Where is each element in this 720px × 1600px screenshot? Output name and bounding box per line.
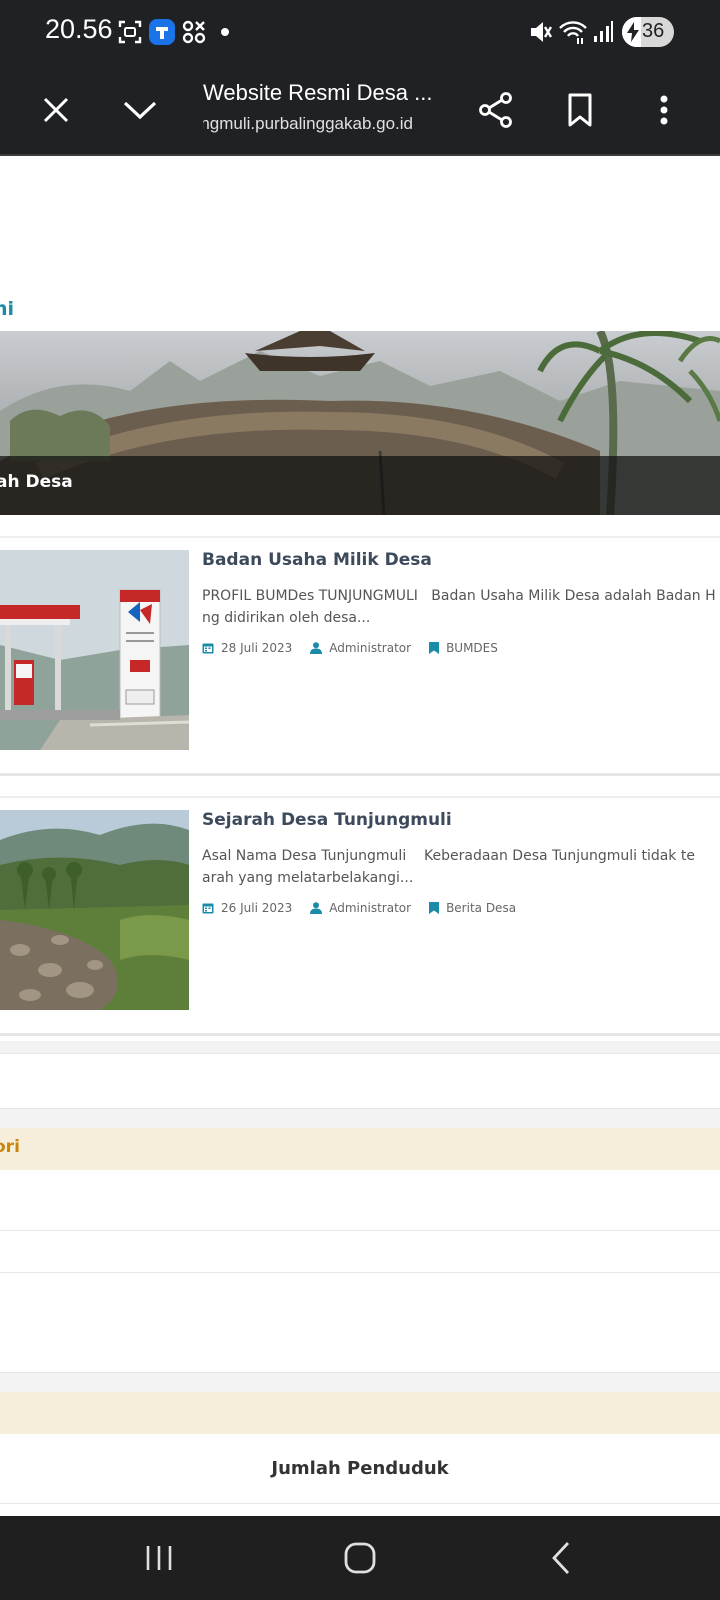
article-category[interactable]: BUMDES	[429, 641, 498, 655]
article-excerpt-continued: arah yang melatarbelakangi...	[202, 870, 414, 886]
page-title[interactable]: Website Resmi Desa ...	[203, 80, 432, 106]
share-button[interactable]	[472, 86, 520, 134]
grid-app-icon	[182, 20, 206, 44]
home-icon[interactable]	[343, 1538, 377, 1578]
web-page: ni ah Desa Badan Usaha Milik Desa PROFIL…	[0, 158, 720, 1516]
minimize-button[interactable]	[116, 86, 164, 134]
status-time: 20.56	[45, 14, 113, 44]
close-icon	[43, 97, 69, 123]
article-excerpt: PROFIL BUMDes TUNJUNGMULI Badan Usaha Mi…	[202, 588, 716, 604]
article-date-text: 26 Juli 2023	[221, 901, 293, 915]
hero-caption-text: ah Desa	[0, 472, 73, 492]
article-meta: 28 Juli 2023 Administrator BUMDES	[202, 641, 516, 655]
article-author[interactable]: Administrator	[310, 901, 411, 915]
close-button[interactable]	[32, 86, 80, 134]
section-divider	[0, 1041, 720, 1053]
section-divider	[0, 1108, 720, 1128]
article-excerpt-continued: ng didirikan oleh desa...	[202, 610, 371, 626]
custom-tab-toolbar: Website Resmi Desa ... tunjungmuli.purba…	[0, 64, 720, 156]
bookmark-icon	[568, 93, 592, 127]
bookmark-small-icon	[429, 642, 440, 654]
mute-icon	[531, 22, 552, 42]
article-thumbnail[interactable]	[0, 550, 189, 750]
more-vert-icon	[660, 95, 668, 125]
divider-line	[0, 1053, 720, 1054]
article-date-text: 28 Juli 2023	[221, 641, 293, 655]
kategori-heading: ori	[0, 1137, 20, 1157]
article-card[interactable]: Badan Usaha Milik Desa PROFIL BUMDes TUN…	[0, 536, 720, 776]
app-notification-icon	[149, 19, 175, 45]
article-date: 28 Juli 2023	[202, 641, 292, 655]
calendar-icon	[202, 643, 214, 654]
jumlah-penduduk-heading: Jumlah Penduduk	[271, 1458, 449, 1479]
kategori-header: ori	[0, 1128, 720, 1170]
wifi-icon	[559, 21, 587, 44]
section-divider	[0, 1372, 720, 1392]
divider-line	[0, 1503, 720, 1504]
charging-icon	[627, 22, 639, 42]
article-title[interactable]: Badan Usaha Milik Desa	[202, 550, 432, 570]
user-icon	[310, 902, 323, 914]
article-category[interactable]: Berita Desa	[429, 901, 516, 915]
hero-slider[interactable]: ah Desa	[0, 331, 720, 515]
status-bar: 20.56 36	[0, 0, 720, 64]
share-icon	[479, 92, 512, 128]
page-url[interactable]: tunjungmuli.purbalinggakab.go.id	[203, 114, 413, 134]
stats-header	[0, 1392, 720, 1434]
bookmark-small-icon	[429, 902, 440, 914]
divider-line	[0, 1272, 720, 1273]
article-author[interactable]: Administrator	[310, 641, 411, 655]
article-author-text: Administrator	[329, 901, 412, 915]
article-title[interactable]: Sejarah Desa Tunjungmuli	[202, 810, 452, 830]
article-date: 26 Juli 2023	[202, 901, 292, 915]
system-nav-bar	[0, 1516, 720, 1600]
hero-caption[interactable]: ah Desa	[0, 456, 720, 515]
article-excerpt: Asal Nama Desa Tunjungmuli Keberadaan De…	[202, 848, 695, 864]
notification-dot	[221, 28, 229, 36]
bookmark-button[interactable]	[556, 86, 604, 134]
gas-station-image	[0, 550, 189, 750]
calendar-icon	[202, 903, 214, 914]
signal-icon	[594, 21, 613, 42]
screenshot-icon	[118, 20, 142, 44]
battery-indicator: 36	[622, 17, 674, 47]
article-category-text: Berita Desa	[446, 901, 517, 915]
article-meta: 26 Juli 2023 Administrator Berita Desa	[202, 901, 534, 915]
recent-apps-icon[interactable]	[145, 1538, 173, 1578]
section-heading: ni	[0, 298, 15, 320]
article-thumbnail[interactable]	[0, 810, 189, 1010]
river-landscape-image	[0, 810, 189, 1010]
article-author-text: Administrator	[329, 641, 412, 655]
user-icon	[310, 642, 323, 654]
more-options-button[interactable]	[640, 86, 688, 134]
chevron-down-icon	[123, 101, 157, 120]
article-card[interactable]: Sejarah Desa Tunjungmuli Asal Nama Desa …	[0, 796, 720, 1036]
divider-line	[0, 1230, 720, 1231]
article-category-text: BUMDES	[446, 641, 498, 655]
back-icon[interactable]	[548, 1538, 574, 1578]
battery-percent: 36	[642, 20, 665, 42]
